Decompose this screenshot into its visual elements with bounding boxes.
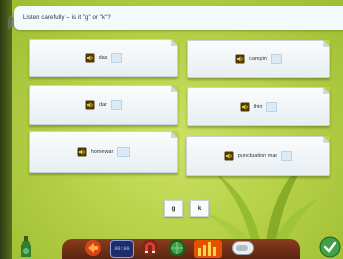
speaker-icon[interactable] <box>240 102 250 112</box>
page-corner-fold <box>171 131 178 138</box>
card-word: thin <box>253 103 263 110</box>
word-card-5[interactable]: homewar <box>29 131 178 173</box>
answer-slot[interactable] <box>117 147 131 157</box>
card-word: campin <box>249 56 267 62</box>
answer-slot[interactable] <box>270 54 282 64</box>
page-corner-fold <box>323 87 330 94</box>
game-screen: Listen carefully – is it "g" or "k"? das… <box>0 0 343 259</box>
answer-slot[interactable] <box>266 101 278 112</box>
speaker-icon[interactable] <box>235 54 245 64</box>
speaker-icon[interactable] <box>85 100 95 110</box>
page-corner-fold <box>323 40 330 47</box>
instruction-banner: Listen carefully – is it "g" or "k"? <box>14 6 343 30</box>
answer-slot[interactable] <box>110 100 122 110</box>
card-word: dar <box>99 102 107 108</box>
clock-icon[interactable]: 00:00 <box>110 240 134 258</box>
clock-display: 00:00 <box>114 246 130 252</box>
word-card-4[interactable]: thin <box>187 87 330 126</box>
toggle-icon[interactable] <box>232 241 254 255</box>
arrow-icon[interactable] <box>84 240 102 256</box>
answer-slot[interactable] <box>111 53 123 63</box>
page-corner-fold <box>171 39 178 46</box>
word-card-3[interactable]: dar <box>29 85 178 125</box>
word-card-1[interactable]: das <box>29 39 178 77</box>
speaker-icon[interactable] <box>85 53 95 63</box>
bottle-icon[interactable] <box>18 236 34 258</box>
word-card-6[interactable]: punctuation mar <box>186 136 330 176</box>
card-word: homewar <box>90 149 114 155</box>
word-card-2[interactable]: campin <box>187 40 330 78</box>
globe-icon[interactable] <box>168 239 186 257</box>
speaker-icon[interactable] <box>224 151 234 161</box>
paperclip-icon <box>8 16 14 29</box>
bottom-toolbar: 00:00 <box>0 234 343 259</box>
horseshoe-magnet-icon[interactable] <box>141 239 159 257</box>
checkmark-icon[interactable] <box>319 236 341 258</box>
instruction-text: Listen carefully – is it "g" or "k"? <box>23 15 111 21</box>
answer-slot[interactable] <box>281 151 293 161</box>
page-corner-fold <box>323 136 330 143</box>
page-corner-fold <box>171 85 178 92</box>
letter-tile-k[interactable]: k <box>190 200 209 217</box>
card-word: das <box>98 55 108 61</box>
letter-tile-g[interactable]: g <box>164 200 183 217</box>
bar-chart-icon[interactable] <box>194 238 222 258</box>
card-word: punctuation mar <box>237 153 278 159</box>
speaker-icon[interactable] <box>77 147 87 157</box>
left-frame-strip <box>0 0 12 259</box>
